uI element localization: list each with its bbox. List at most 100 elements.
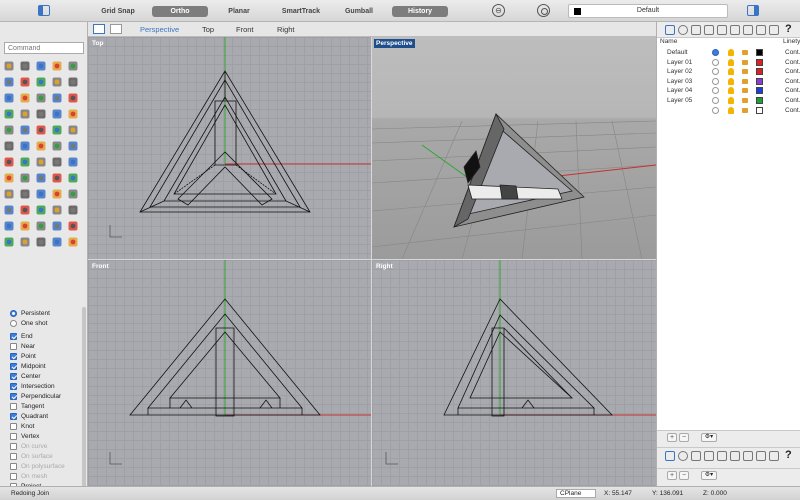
torus-tool-icon[interactable]	[67, 92, 79, 104]
osnap-mode-radio[interactable]	[10, 309, 17, 317]
right-sidebar-toggle-icon[interactable]	[747, 5, 759, 16]
secondary-add-icon[interactable]: +	[667, 471, 677, 480]
revolve-tool-icon[interactable]	[51, 108, 63, 120]
camera-tool-icon[interactable]	[67, 236, 79, 248]
bend-tool-icon[interactable]	[67, 188, 79, 200]
current-layer-radio[interactable]	[712, 87, 719, 95]
camera-tab-icon[interactable]	[730, 25, 740, 35]
material-tool-icon[interactable]	[35, 172, 47, 184]
layer-visibility-bulb-icon[interactable]	[728, 68, 734, 76]
mirror-tool-icon[interactable]	[3, 156, 15, 168]
osnap-checkbox[interactable]	[10, 392, 17, 400]
brush-tool-icon[interactable]	[3, 236, 15, 248]
perspective-viewport[interactable]: Perspective	[372, 37, 656, 259]
tab-right[interactable]: Right	[277, 25, 295, 34]
smash-tool-icon[interactable]	[19, 204, 31, 216]
light-tool-icon[interactable]	[51, 236, 63, 248]
osnap-mode-radio[interactable]	[10, 319, 17, 327]
copy-tool-icon[interactable]	[35, 140, 47, 152]
osnap-checkbox[interactable]	[10, 472, 17, 480]
objects-tab-icon[interactable]	[704, 25, 714, 35]
osnap-item[interactable]: Quadrant	[10, 411, 82, 421]
layer-name[interactable]: Layer 02	[667, 68, 692, 75]
layer-row[interactable]: Layer 02 Cont.	[657, 67, 800, 77]
osnap-checkbox[interactable]	[10, 402, 17, 410]
layer-row[interactable]: Layer 05 Cont.	[657, 96, 800, 106]
layer-options-gear-icon[interactable]: ⚙▾	[701, 433, 717, 442]
osnap-item[interactable]: Center	[10, 371, 82, 381]
secondary-materials-tab-icon[interactable]	[678, 451, 688, 461]
box-tool-icon[interactable]	[3, 92, 15, 104]
layer-lock-icon[interactable]	[742, 98, 748, 103]
taper-tool-icon[interactable]	[3, 204, 15, 216]
four-view-layout-icon[interactable]	[93, 24, 105, 34]
history-tool-tool-icon[interactable]	[35, 236, 47, 248]
osnap-checkbox[interactable]	[10, 352, 17, 360]
osnap-item[interactable]: On polysurface	[10, 461, 82, 471]
layer-lock-icon[interactable]	[742, 88, 748, 94]
layer-lock-icon[interactable]	[742, 78, 748, 84]
arc-tool-icon[interactable]	[3, 76, 15, 88]
contour-tool-icon[interactable]	[3, 220, 15, 232]
rotate-tool-icon[interactable]	[51, 140, 63, 152]
add-layer-icon[interactable]: +	[667, 433, 677, 442]
layer-lock-icon[interactable]	[742, 59, 748, 65]
tab-perspective[interactable]: Perspective	[140, 25, 179, 34]
viewport-label[interactable]: Perspective	[374, 39, 415, 48]
layers-tab-icon[interactable]	[665, 25, 675, 35]
osnap-item[interactable]: Midpoint	[10, 361, 82, 371]
right-viewport[interactable]: Right	[372, 260, 656, 486]
osnap-checkbox[interactable]	[10, 422, 17, 430]
layer-lock-icon[interactable]	[742, 107, 748, 113]
twist-tool-icon[interactable]	[51, 188, 63, 200]
grid-snap-toggle[interactable]: Grid Snap	[96, 6, 140, 17]
osnap-item[interactable]: Tangent	[10, 401, 82, 411]
layer-name[interactable]: Layer 03	[667, 78, 692, 85]
current-layer-radio[interactable]	[712, 58, 719, 66]
display-tab-icon[interactable]	[743, 25, 753, 35]
polyline-tool-icon[interactable]	[35, 60, 47, 72]
secondary-properties-tab-icon[interactable]	[691, 451, 701, 461]
secondary-display-tab-icon[interactable]	[743, 451, 753, 461]
layer-linetype[interactable]: Cont.	[785, 107, 800, 114]
cylinder-tool-icon[interactable]	[35, 92, 47, 104]
layer-row[interactable]: Default Cont.	[657, 48, 800, 58]
named-views-tab-icon[interactable]	[717, 25, 727, 35]
osnap-checkbox[interactable]	[10, 382, 17, 390]
layer-linetype[interactable]: Cont.	[785, 59, 800, 66]
osnap-checkbox[interactable]	[10, 362, 17, 370]
osnap-item[interactable]: Intersection	[10, 381, 82, 391]
layer-linetype[interactable]: Cont.	[785, 78, 800, 85]
join-tool-icon[interactable]	[67, 124, 79, 136]
left-sidebar-toggle-icon[interactable]	[38, 5, 50, 16]
layer-visibility-bulb-icon[interactable]	[728, 77, 734, 85]
layer-linetype[interactable]: Cont.	[785, 87, 800, 94]
unroll-tool-icon[interactable]	[35, 204, 47, 216]
text-tool-icon[interactable]	[67, 156, 79, 168]
ortho-toggle[interactable]: Ortho	[152, 6, 208, 17]
ellipse-tool-icon[interactable]	[19, 76, 31, 88]
help-icon[interactable]: ?	[785, 23, 792, 35]
notes-tab-icon[interactable]	[769, 25, 779, 35]
history-toggle[interactable]: History	[392, 6, 448, 17]
extrude-tool-icon[interactable]	[3, 108, 15, 120]
secondary-named-views-tab-icon[interactable]	[717, 451, 727, 461]
osnap-checkbox[interactable]	[10, 372, 17, 380]
patch-tool-icon[interactable]	[67, 108, 79, 120]
secondary-remove-icon[interactable]: −	[679, 471, 689, 480]
circle-tool-icon[interactable]	[67, 60, 79, 72]
osnap-item[interactable]: Perpendicular	[10, 391, 82, 401]
secondary-notes-tab-icon[interactable]	[769, 451, 779, 461]
smarttrack-toggle[interactable]: SmartTrack	[278, 6, 324, 17]
filter-target-icon[interactable]	[537, 4, 550, 17]
osnap-checkbox[interactable]	[10, 462, 17, 470]
make2d-tool-icon[interactable]	[19, 220, 31, 232]
mesh-tool-icon[interactable]	[35, 220, 47, 232]
point-tool-icon[interactable]	[19, 60, 31, 72]
layer-color-swatch[interactable]	[756, 87, 763, 95]
tab-top[interactable]: Top	[202, 25, 214, 34]
scale-tool-icon[interactable]	[67, 140, 79, 152]
mesh-repair-tool-icon[interactable]	[51, 220, 63, 232]
osnap-item[interactable]: Near	[10, 341, 82, 351]
layer-visibility-bulb-icon[interactable]	[728, 97, 734, 104]
